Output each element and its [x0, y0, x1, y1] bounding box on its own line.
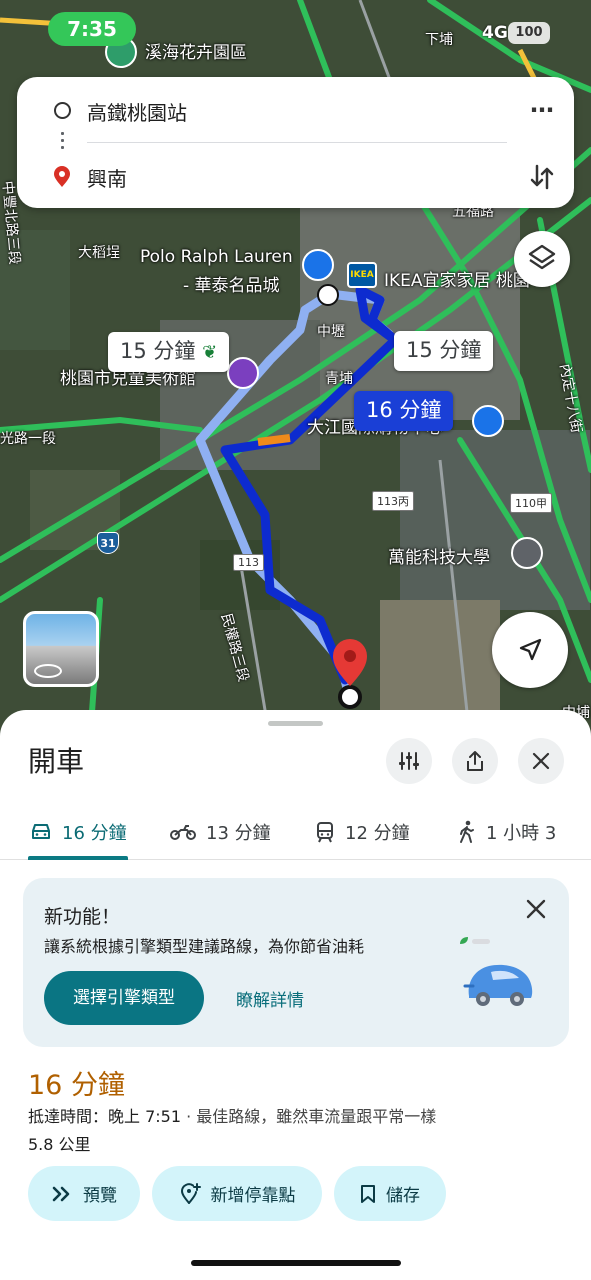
tab-drive-label: 16 分鐘 [62, 823, 127, 844]
share-icon [467, 751, 483, 771]
tab-transit-label: 12 分鐘 [345, 823, 410, 844]
eco-leaf-icon: ❦ [202, 342, 218, 363]
tune-icon [399, 752, 419, 770]
map-label-xiapu: 下埔 [425, 32, 453, 48]
sheet-title: 開車 [28, 745, 85, 778]
travel-mode-tabs: 16 分鐘 13 分鐘 12 分鐘 1 小時 3 [0, 804, 591, 860]
route-note: · 最佳路線，雖然車流量跟平常一樣 [186, 1107, 437, 1126]
promo-description: 讓系統根據引擎類型建議路線，為你節省油耗 [44, 937, 365, 956]
trip-distance: 5.8 公里 [28, 1135, 91, 1154]
road-sign-110: 110甲 [510, 493, 552, 513]
tab-walk-label: 1 小時 3 [486, 823, 557, 844]
share-button[interactable] [452, 738, 498, 784]
tab-drive[interactable]: 16 分鐘 [30, 804, 127, 860]
road-sign-113: 113 [233, 554, 264, 571]
map-label-ikea: IKEA宜家家居 桃園 [384, 271, 530, 291]
map-label-polo: Polo Ralph Lauren [140, 247, 293, 267]
destination-marker [338, 685, 362, 709]
tab-walk[interactable]: 1 小時 3 [458, 804, 556, 860]
tab-transit[interactable]: 12 分鐘 [315, 804, 410, 860]
preview-label: 預覽 [83, 1186, 117, 1206]
main-route-time[interactable]: 16 分鐘 [354, 391, 454, 431]
promo-close-icon[interactable] [523, 896, 549, 922]
active-tab-indicator [28, 856, 128, 860]
alt-route-time-left[interactable]: 15 分鐘 ❦ [108, 332, 230, 372]
map-label-vanung: 萬能科技大學 [388, 548, 490, 568]
save-label: 儲存 [386, 1186, 420, 1206]
route-dots-icon [61, 130, 64, 152]
choose-engine-type-button[interactable]: 選擇引擎類型 [44, 971, 204, 1025]
add-stop-label: 新增停靠點 [210, 1186, 296, 1206]
map-label-zhongli: 中壢 [317, 324, 345, 340]
origin-marker [317, 284, 339, 306]
map-label-polo-sub: - 華泰名品城 [183, 276, 280, 296]
origin-circle-icon [54, 102, 71, 119]
learn-more-link[interactable]: 瞭解詳情 [236, 986, 304, 1011]
add-location-icon [180, 1182, 201, 1204]
trip-arrival-row: 抵達時間：晚上 7:51 · 最佳路線，雖然車流量跟平常一樣 [28, 1103, 436, 1127]
trip-duration: 16 分鐘 [28, 1070, 125, 1101]
arrival-time: 抵達時間：晚上 7:51 [28, 1107, 182, 1126]
promo-title: 新功能！ [44, 906, 121, 928]
map-label-road-left: 光路一段 [0, 431, 56, 447]
mall-poi-icon[interactable] [472, 405, 504, 437]
preview-button[interactable]: 預覽 [28, 1166, 140, 1221]
train-icon [317, 822, 333, 843]
street-view-rotate-icon [34, 664, 62, 678]
status-network: 4G [482, 23, 508, 43]
bookmark-icon [361, 1184, 375, 1203]
layers-button[interactable] [514, 231, 570, 287]
my-location-button[interactable] [492, 612, 568, 688]
route-search-card: 高鐵桃園站 興南 … [17, 77, 574, 208]
close-button[interactable] [518, 738, 564, 784]
status-time: 7:35 [48, 12, 136, 46]
map-view[interactable]: 溪海花卉園區 下埔 大稻埕 Polo Ralph Lauren - 華泰名品城 … [0, 0, 591, 740]
university-poi-icon[interactable] [511, 537, 543, 569]
tab-motorcycle[interactable]: 13 分鐘 [170, 804, 271, 860]
destination-pin-icon [54, 166, 70, 187]
layers-icon [528, 244, 556, 270]
close-icon [532, 752, 550, 770]
swap-direction-icon[interactable] [529, 163, 555, 191]
map-label-qingpu: 青埔 [325, 371, 353, 387]
sheet-drag-handle[interactable] [268, 721, 323, 726]
walk-icon [460, 820, 474, 843]
museum-poi-icon[interactable] [227, 357, 259, 389]
road-sign-113a: 113丙 [372, 491, 414, 511]
map-label-flower-garden: 溪海花卉園區 [145, 43, 247, 63]
ikea-logo-icon[interactable]: IKEA [347, 262, 377, 288]
highway-shield-31: 31 [97, 532, 119, 554]
route-options-button[interactable] [386, 738, 432, 784]
destination-field[interactable]: 興南 [87, 163, 127, 192]
electric-car-icon [463, 964, 533, 1006]
origin-field[interactable]: 高鐵桃園站 [87, 97, 187, 126]
shopping-poi-icon[interactable] [302, 249, 334, 281]
add-stop-button[interactable]: 新增停靠點 [152, 1166, 322, 1221]
alt-route-time-left-text: 15 分鐘 [120, 339, 196, 363]
motorcycle-icon [170, 825, 196, 840]
home-indicator[interactable] [191, 1260, 401, 1266]
save-button[interactable]: 儲存 [334, 1166, 446, 1221]
battery-icon: 100 [508, 22, 550, 44]
eco-toggle-icon [460, 937, 490, 944]
directions-sheet: 開車 16 分鐘 13 分鐘 12 分鐘 1 小時 3 新功能！ 讓系統根據引擎… [0, 710, 591, 1280]
more-options-icon[interactable]: … [527, 92, 557, 121]
street-view-thumbnail[interactable] [23, 611, 99, 687]
navigation-arrow-icon [519, 638, 542, 661]
alt-route-time-right[interactable]: 15 分鐘 [394, 331, 494, 371]
engine-type-promo-card: 新功能！ 讓系統根據引擎類型建議路線，為你節省油耗 選擇引擎類型 瞭解詳情 [23, 878, 569, 1047]
search-divider [87, 142, 507, 143]
car-icon [32, 824, 50, 839]
tab-motorcycle-label: 13 分鐘 [206, 823, 271, 844]
map-label-dadaopi: 大稻埕 [78, 245, 120, 261]
double-chevron-icon [52, 1186, 70, 1201]
